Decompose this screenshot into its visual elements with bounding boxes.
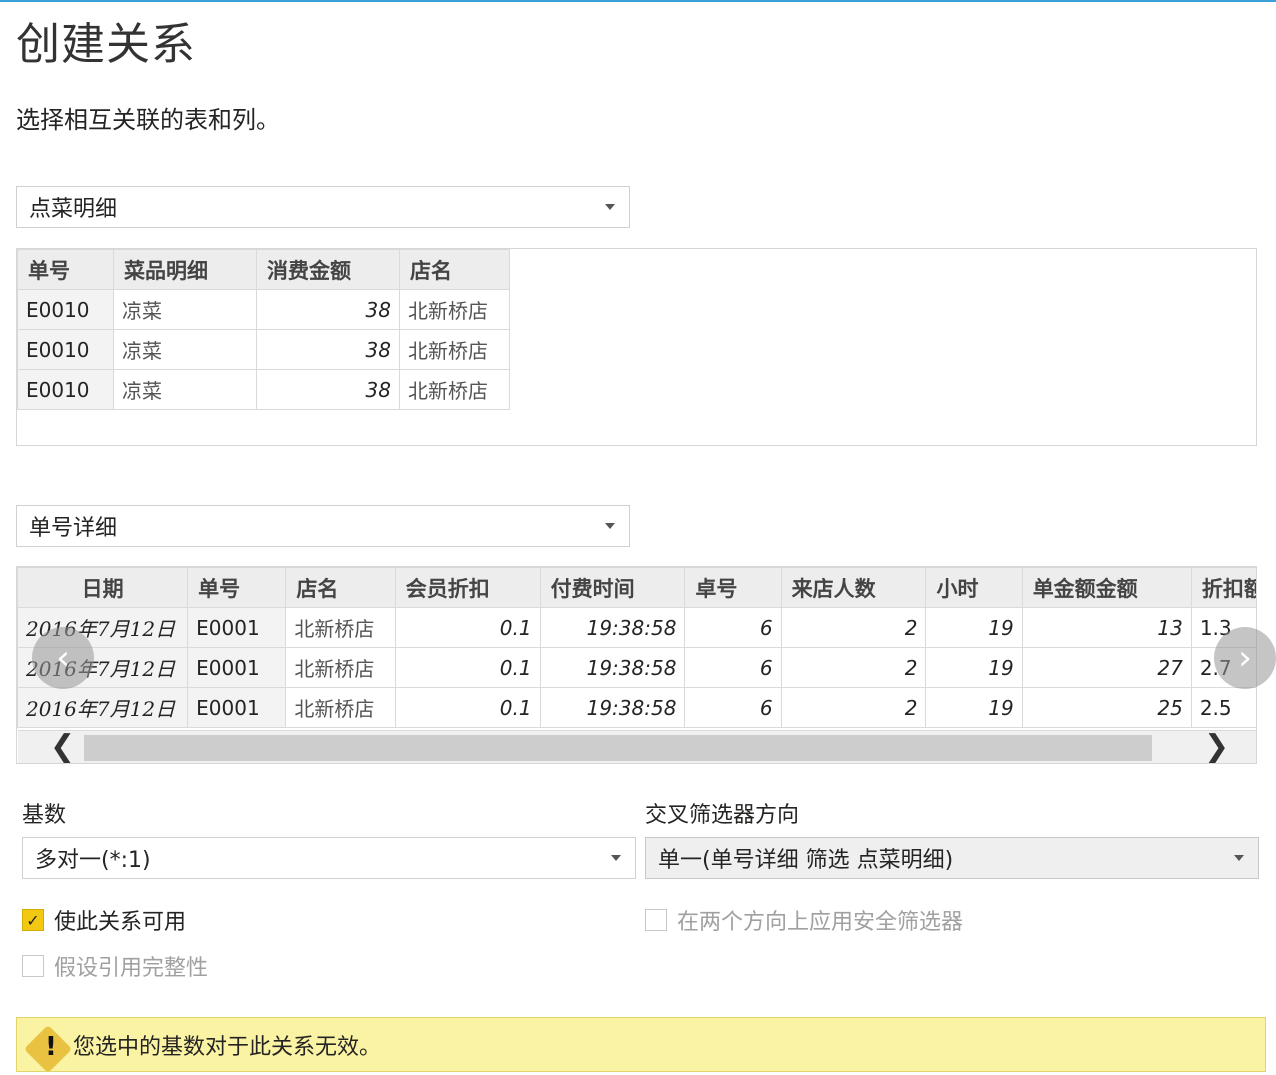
make-active-label: 使此关系可用 <box>54 910 187 935</box>
cell-member-discount: 0.1 <box>394 647 541 688</box>
chevron-down-icon <box>1234 855 1244 861</box>
cell-store: 北新桥店 <box>399 329 510 370</box>
table2-select[interactable]: 单号详细 <box>16 505 630 547</box>
warning-text: 您选中的基数对于此关系无效。 <box>73 1034 382 1060</box>
cell-bill-amount: 27 <box>1021 647 1192 688</box>
cell-member-discount: 0.1 <box>394 687 541 728</box>
checkmark-icon: ✓ <box>22 909 44 931</box>
cell-date: 2016年7月12日 <box>17 687 189 728</box>
column-header-bill-amount[interactable]: 单金额金额 <box>1021 567 1192 608</box>
dialog-subtitle: 选择相互关联的表和列。 <box>16 106 280 134</box>
cell-guests: 2 <box>780 607 927 648</box>
cell-store: 北新桥店 <box>399 289 510 330</box>
cardinality-select[interactable]: 多对一(*:1) <box>22 837 636 879</box>
cell-hour: 19 <box>925 647 1023 688</box>
cell-bill-amount: 13 <box>1021 607 1192 648</box>
cell-table-no: 6 <box>684 647 782 688</box>
table-row: 2016年7月12日 E0001 北新桥店 0.1 19:38:58 6 2 1… <box>17 647 1256 688</box>
scroll-left-icon[interactable]: ❮ <box>50 729 75 763</box>
cell-guests: 2 <box>780 687 927 728</box>
cell-order-id: E0001 <box>187 687 287 728</box>
cell-store: 北新桥店 <box>285 647 396 688</box>
next-glyph: › <box>1238 638 1252 678</box>
make-active-checkbox[interactable]: ✓ 使此关系可用 <box>22 904 186 936</box>
table-row: 2016年7月12日 E0001 北新桥店 0.1 19:38:58 6 2 1… <box>17 687 1256 728</box>
chevron-down-icon <box>605 204 615 210</box>
cell-dish: 凉菜 <box>113 369 257 410</box>
top-accent-line <box>0 0 1276 2</box>
horizontal-scrollbar[interactable]: ❮ ❯ <box>18 729 1256 763</box>
column-header-member-discount[interactable]: 会员折扣 <box>394 567 541 608</box>
cell-table-no: 6 <box>684 607 782 648</box>
cell-dish: 凉菜 <box>113 329 257 370</box>
column-header-order-id[interactable]: 单号 <box>17 249 114 290</box>
cell-pay-time: 19:38:58 <box>539 687 686 728</box>
chevron-down-icon <box>605 523 615 529</box>
dialog-title: 创建关系 <box>16 19 196 70</box>
cell-store: 北新桥店 <box>285 687 396 728</box>
cross-filter-value: 单一(单号详细 筛选 点菜明细) <box>658 848 954 873</box>
cardinality-label: 基数 <box>22 803 67 828</box>
checkbox-icon <box>645 909 667 931</box>
table1-grid: 单号 菜品明细 消费金额 店名 E0010 凉菜 38 北新桥店 E0010 凉… <box>17 249 510 410</box>
column-header-store[interactable]: 店名 <box>285 567 396 608</box>
table2-preview: 日期 单号 店名 会员折扣 付费时间 卓号 来店人数 小时 单金额金额 折扣额 … <box>16 566 1257 764</box>
cell-member-discount: 0.1 <box>394 607 541 648</box>
cell-store: 北新桥店 <box>399 369 510 410</box>
cell-table-no: 6 <box>684 687 782 728</box>
table-row: 2016年7月12日 E0001 北新桥店 0.1 19:38:58 6 2 1… <box>17 607 1256 648</box>
column-header-discount-amount[interactable]: 折扣额 <box>1190 567 1256 608</box>
chevron-down-icon <box>611 855 621 861</box>
table1-preview: 单号 菜品明细 消费金额 店名 E0010 凉菜 38 北新桥店 E0010 凉… <box>16 248 1257 446</box>
cell-bill-amount: 25 <box>1021 687 1192 728</box>
table-row: E0010 凉菜 38 北新桥店 <box>17 369 510 410</box>
security-filter-label: 在两个方向上应用安全筛选器 <box>677 910 964 935</box>
next-icon[interactable]: › <box>1214 627 1276 689</box>
cell-dish: 凉菜 <box>113 289 257 330</box>
cell-amount: 38 <box>256 369 400 410</box>
cell-amount: 38 <box>256 289 400 330</box>
table-row: E0010 凉菜 38 北新桥店 <box>17 289 510 330</box>
column-header-amount[interactable]: 消费金额 <box>256 249 400 290</box>
column-header-store[interactable]: 店名 <box>399 249 510 290</box>
referential-integrity-checkbox[interactable]: 假设引用完整性 <box>22 950 208 982</box>
table1-select[interactable]: 点菜明细 <box>16 186 630 228</box>
scrollbar-thumb[interactable] <box>84 735 1152 761</box>
column-header-pay-time[interactable]: 付费时间 <box>539 567 686 608</box>
table-row: E0010 凉菜 38 北新桥店 <box>17 329 510 370</box>
table2-grid: 日期 单号 店名 会员折扣 付费时间 卓号 来店人数 小时 单金额金额 折扣额 … <box>17 567 1256 728</box>
cross-filter-select[interactable]: 单一(单号详细 筛选 点菜明细) <box>645 837 1259 879</box>
cell-order-id: E0010 <box>17 329 114 370</box>
warning-banner: ! 您选中的基数对于此关系无效。 <box>16 1017 1266 1074</box>
column-header-date[interactable]: 日期 <box>17 567 189 608</box>
cell-guests: 2 <box>780 647 927 688</box>
security-filter-checkbox[interactable]: 在两个方向上应用安全筛选器 <box>645 904 963 936</box>
cell-pay-time: 19:38:58 <box>539 647 686 688</box>
warning-mark: ! <box>45 1032 57 1062</box>
referential-integrity-label: 假设引用完整性 <box>54 956 209 981</box>
cell-hour: 19 <box>925 687 1023 728</box>
cell-amount: 38 <box>256 329 400 370</box>
column-header-guests[interactable]: 来店人数 <box>780 567 927 608</box>
scroll-right-icon[interactable]: ❯ <box>1204 729 1229 763</box>
cell-hour: 19 <box>925 607 1023 648</box>
table1-select-value: 点菜明细 <box>29 197 118 222</box>
previous-glyph: ‹ <box>56 638 70 678</box>
cardinality-value: 多对一(*:1) <box>35 848 151 873</box>
column-header-table-no[interactable]: 卓号 <box>684 567 782 608</box>
cell-pay-time: 19:38:58 <box>539 607 686 648</box>
cell-order-id: E0001 <box>187 607 287 648</box>
cell-store: 北新桥店 <box>285 607 396 648</box>
checkbox-icon <box>22 955 44 977</box>
cell-order-id: E0001 <box>187 647 287 688</box>
column-header-hour[interactable]: 小时 <box>925 567 1023 608</box>
column-header-dish-detail[interactable]: 菜品明细 <box>113 249 257 290</box>
cell-discount-amount: 2.5 <box>1190 687 1256 728</box>
column-header-order-id[interactable]: 单号 <box>187 567 287 608</box>
cell-order-id: E0010 <box>17 369 114 410</box>
cell-order-id: E0010 <box>17 289 114 330</box>
cross-filter-label: 交叉筛选器方向 <box>645 803 800 828</box>
previous-icon[interactable]: ‹ <box>32 627 94 689</box>
table2-select-value: 单号详细 <box>29 516 118 541</box>
